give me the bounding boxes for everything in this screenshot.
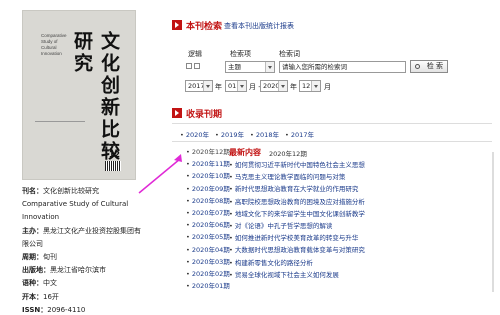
divider: [172, 141, 492, 142]
search-button-label: 检 索: [426, 62, 443, 70]
info-value: 2096-4110: [47, 305, 86, 314]
info-row: ISSN：2096-4110: [22, 304, 192, 315]
info-value: 16开: [43, 292, 59, 301]
from-month-select[interactable]: 01: [225, 80, 247, 92]
search-term-input[interactable]: 请输入您所需的检索词: [279, 61, 406, 73]
to-year-unit: 年: [290, 83, 297, 91]
search-section-title: 本刊检索: [186, 22, 223, 32]
info-value: Comparative Study of Cultural: [22, 200, 129, 209]
info-label: 语种：: [22, 279, 43, 288]
divider: [172, 123, 492, 124]
info-value: Innovation: [22, 213, 60, 222]
to-month-value: 12: [302, 82, 311, 90]
info-row: 语种：中文: [22, 277, 192, 290]
chevron-down-icon: [311, 81, 320, 91]
info-value: 限公司: [22, 239, 43, 248]
latest-content-title: 最新内容: [229, 148, 261, 157]
cover-divider: [35, 121, 85, 139]
info-label: 周期：: [22, 253, 43, 262]
info-value: 黑龙江文化产业投资控股集团有: [43, 226, 141, 235]
info-row: 刊名：文化创新比较研究: [22, 185, 192, 198]
info-row: 周期：旬刊: [22, 251, 192, 264]
search-button[interactable]: 检 索: [410, 60, 448, 73]
info-label: ISSN：: [22, 305, 48, 314]
info-row: Comparative Study of Cultural: [22, 198, 192, 211]
cover-issue-number: 12: [108, 150, 120, 159]
info-label: 主办：: [22, 226, 43, 235]
year-tab-2020[interactable]: 2020年: [180, 129, 209, 139]
article-link[interactable]: 地域文化下的来华留学生中国文化课创新教学: [229, 208, 495, 220]
article-link[interactable]: 如何贯彻习近平新时代中国特色社会主义思想: [229, 159, 495, 171]
year-tab-2017[interactable]: 2017年: [285, 129, 314, 139]
journal-info: 刊名：文化创新比较研究 Comparative Study of Cultural…: [22, 185, 192, 315]
info-value: 中文: [43, 279, 57, 288]
info-row: 出版地：黑龙江省哈尔滨市: [22, 264, 192, 277]
info-row: 限公司: [22, 238, 192, 251]
cover-english-title: Comparative Study of Cultural Innovation: [41, 33, 67, 57]
chevron-down-icon: [237, 81, 246, 91]
info-row: 主办：黑龙江文化产业投资控股集团有: [22, 225, 192, 238]
article-link[interactable]: 贸易全球化视域下社会主义如何发展: [229, 269, 495, 281]
remove-row-icon[interactable]: [194, 63, 200, 69]
search-section-header: 本刊检索 查看本刊出版统计报表: [172, 18, 492, 32]
from-month-unit: 月 -: [249, 83, 261, 91]
scrollbar-track: [492, 152, 494, 292]
section-marker-icon: [172, 108, 182, 118]
latest-issue-label: 2020年12期: [269, 150, 307, 158]
year-tab-2019[interactable]: 2019年: [215, 129, 244, 139]
arrow-head: [174, 154, 182, 162]
latest-content-panel: 最新内容 2020年12期 如何贯彻习近平新时代中国特色社会主义思想马克思主义理…: [229, 147, 495, 297]
article-link[interactable]: 高职院校思想政治教育的困境及应对措施分析: [229, 196, 495, 208]
article-link[interactable]: 新时代思想政治教育在大学就业的作用研究: [229, 183, 495, 195]
year-tab-2018[interactable]: 2018年: [250, 129, 279, 139]
chevron-down-icon: [265, 62, 274, 72]
article-link[interactable]: 构建新零售文化的路径分析: [229, 257, 495, 269]
stats-report-link[interactable]: 查看本刊出版统计报表: [224, 21, 294, 31]
issues-section-title: 收录刊期: [186, 110, 223, 120]
info-value: 文化创新比较研究: [43, 187, 99, 195]
add-row-icon[interactable]: [186, 63, 192, 69]
info-row: 开本：16开: [22, 291, 192, 304]
cover-en-line: Innovation: [41, 51, 62, 56]
article-link[interactable]: 大数据时代思想政治教育载体变革与对策研究: [229, 244, 495, 256]
info-label: 开本：: [22, 292, 43, 301]
search-icon: [415, 64, 420, 69]
to-month-unit: 月: [324, 83, 331, 91]
search-field-value: 主题: [228, 63, 241, 71]
field-column-label: 检索项: [230, 50, 251, 58]
term-column-label: 检索词: [279, 50, 300, 58]
section-marker-icon: [172, 20, 182, 30]
scrollbar[interactable]: [490, 150, 496, 298]
article-link[interactable]: 马克思主义理论教学面临的问题与对策: [229, 171, 495, 183]
info-value: 黑龙江省哈尔滨市: [50, 266, 106, 275]
info-label: 刊名：: [22, 187, 43, 195]
search-term-placeholder: 请输入您所需的检索词: [282, 63, 347, 71]
from-year-select[interactable]: 2017: [185, 80, 213, 92]
logic-column-label: 逻辑: [188, 50, 202, 58]
search-field-select[interactable]: 主题: [225, 61, 275, 73]
from-year-unit: 年: [215, 83, 222, 91]
article-link[interactable]: 对《论语》中孔子哲学思想的解读: [229, 220, 495, 232]
info-value: 旬刊: [43, 253, 57, 262]
info-label: 出版地：: [22, 266, 50, 275]
to-year-select[interactable]: 2020: [260, 80, 288, 92]
journal-cover-image: Comparative Study of Cultural Innovation…: [22, 10, 136, 180]
issues-section-header: 收录刊期: [172, 106, 492, 120]
cover-barcode: [105, 161, 121, 171]
article-list: 如何贯彻习近平新时代中国特色社会主义思想马克思主义理论教学面临的问题与对策新时代…: [229, 159, 495, 281]
chevron-down-icon: [203, 81, 212, 91]
chevron-down-icon: [278, 81, 287, 91]
from-month-value: 01: [228, 82, 237, 90]
to-month-select[interactable]: 12: [299, 80, 321, 92]
article-link[interactable]: 如何推进新时代学校美育改革的转变与升华: [229, 232, 495, 244]
info-row: Innovation: [22, 211, 192, 224]
